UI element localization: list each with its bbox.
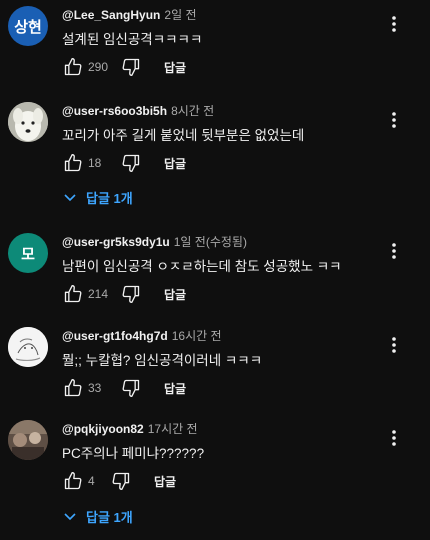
- comment-text: 남편이 임신공격 ㅇㅈㄹ하는데 참도 성공했노 ㅋㅋ: [62, 259, 342, 274]
- like-button[interactable]: [62, 377, 84, 399]
- more-options-button[interactable]: [384, 108, 404, 132]
- dislike-button[interactable]: [120, 283, 142, 305]
- replies-count-label: 답글 1개: [86, 191, 133, 206]
- like-button[interactable]: [62, 283, 84, 305]
- author-handle[interactable]: @user-rs6oo3bi5h: [62, 104, 167, 118]
- more-options-button[interactable]: [384, 12, 404, 36]
- author-handle[interactable]: @pqkjiyoon82: [62, 422, 144, 436]
- comment-header: @Lee_SangHyun 2일 전: [62, 6, 196, 23]
- vertical-dots-icon: [392, 112, 396, 128]
- replies-count-label: 답글 1개: [86, 510, 133, 525]
- more-options-button[interactable]: [384, 426, 404, 450]
- thumbs-down-icon: [122, 154, 140, 172]
- thumbs-down-icon: [112, 472, 130, 490]
- avatar[interactable]: [8, 327, 48, 367]
- comment-actions: 290 답글: [62, 56, 186, 78]
- dislike-button[interactable]: [110, 470, 132, 492]
- vertical-dots-icon: [392, 337, 396, 353]
- comment-header: @pqkjiyoon82 17시간 전: [62, 420, 198, 437]
- like-count: 290: [88, 60, 109, 74]
- comment-text: PC주의나 페미냐??????: [62, 446, 205, 461]
- author-handle[interactable]: @user-gt1fo4hg7d: [62, 329, 168, 343]
- reply-button[interactable]: 답글: [164, 155, 186, 172]
- reply-button[interactable]: 답글: [154, 473, 176, 490]
- comment-time[interactable]: 16시간 전: [172, 329, 222, 343]
- comment-text: 설계된 임신공격ㅋㅋㅋㅋ: [62, 32, 203, 47]
- reply-button[interactable]: 답글: [164, 286, 186, 303]
- reply-button[interactable]: 답글: [164, 59, 186, 76]
- avatar-initials: 상현: [14, 17, 42, 36]
- dislike-button[interactable]: [120, 152, 142, 174]
- comment-text: 꼬리가 아주 길게 붙었네 뒷부분은 없었는데: [62, 128, 305, 143]
- vertical-dots-icon: [392, 243, 396, 259]
- like-button[interactable]: [62, 470, 84, 492]
- more-options-button[interactable]: [384, 239, 404, 263]
- comment-actions: 18 답글: [62, 152, 186, 174]
- avatar[interactable]: [8, 102, 48, 142]
- thumbs-up-icon: [64, 379, 82, 397]
- chevron-down-icon: [64, 193, 76, 201]
- sketch-avatar-icon: [8, 327, 48, 367]
- comment-text: 뭘;; 누칼협? 임신공격이러네 ㅋㅋㅋ: [62, 353, 263, 368]
- comment-header: @user-gr5ks9dy1u 1일 전(수정됨): [62, 233, 247, 250]
- thumbs-down-icon: [122, 285, 140, 303]
- comment-time[interactable]: 8시간 전: [171, 104, 214, 118]
- comment-time[interactable]: 2일 전: [164, 8, 196, 22]
- avatar[interactable]: 상현: [8, 6, 48, 46]
- avatar-initials: 모: [21, 244, 35, 263]
- like-button[interactable]: [62, 152, 84, 174]
- dislike-button[interactable]: [120, 56, 142, 78]
- more-options-button[interactable]: [384, 333, 404, 357]
- like-count: 18: [88, 156, 102, 170]
- like-count: 33: [88, 381, 102, 395]
- vertical-dots-icon: [392, 16, 396, 32]
- chevron-down-icon: [64, 512, 76, 520]
- author-handle[interactable]: @user-gr5ks9dy1u: [62, 235, 170, 249]
- thumbs-down-icon: [122, 58, 140, 77]
- comment-time[interactable]: 17시간 전: [148, 422, 198, 436]
- comment-time[interactable]: 1일 전(수정됨): [174, 235, 247, 249]
- comment-header: @user-rs6oo3bi5h 8시간 전: [62, 102, 214, 119]
- comment-actions: 214 답글: [62, 283, 186, 305]
- avatar[interactable]: 모: [8, 233, 48, 273]
- view-replies-button[interactable]: 답글 1개: [64, 507, 133, 526]
- comment-header: @user-gt1fo4hg7d 16시간 전: [62, 327, 222, 344]
- thumbs-up-icon: [64, 285, 82, 303]
- view-replies-button[interactable]: 답글 1개: [64, 188, 133, 207]
- thumbs-down-icon: [122, 379, 140, 397]
- like-button[interactable]: [62, 56, 84, 78]
- thumbs-up-icon: [64, 472, 82, 490]
- photo-avatar-icon: [8, 420, 48, 460]
- white-dog-avatar-icon: [8, 102, 48, 142]
- author-handle[interactable]: @Lee_SangHyun: [62, 8, 160, 22]
- comment-actions: 33 답글: [62, 377, 186, 399]
- dislike-button[interactable]: [120, 377, 142, 399]
- thumbs-up-icon: [64, 58, 82, 76]
- like-count: 4: [88, 474, 95, 488]
- like-count: 214: [88, 287, 109, 301]
- comment-actions: 4 답글: [62, 470, 176, 492]
- reply-button[interactable]: 답글: [164, 380, 186, 397]
- vertical-dots-icon: [392, 430, 396, 446]
- thumbs-up-icon: [64, 154, 82, 172]
- avatar[interactable]: [8, 420, 48, 460]
